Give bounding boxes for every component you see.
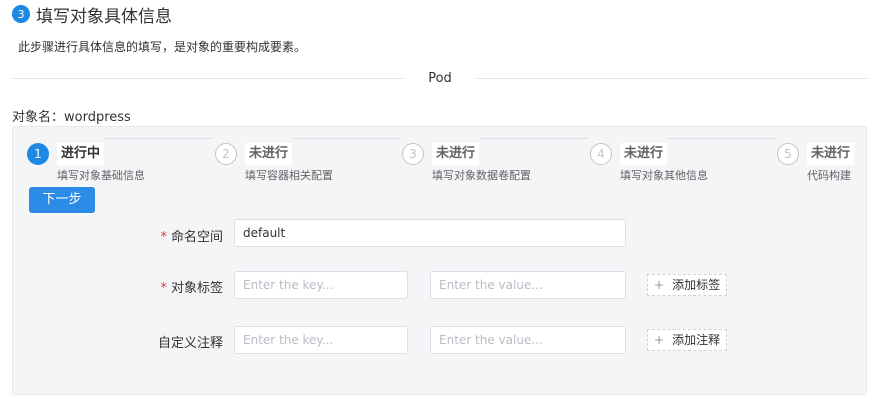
labels-label: * 对象标签 [123, 277, 223, 296]
step-description: 填写对象基础信息 [57, 169, 145, 182]
section-description: 此步骤进行具体信息的填写，是对象的重要构成要素。 [18, 40, 307, 54]
step-number: 2 [215, 143, 237, 165]
step-description: 填写对象其他信息 [620, 169, 708, 182]
next-step-button[interactable]: 下一步 [29, 187, 95, 213]
step-connector [480, 138, 588, 139]
add-label-button[interactable]: + 添加标签 [647, 274, 728, 296]
step-status: 未进行 [432, 143, 480, 165]
labels-label-text: 对象标签 [170, 281, 223, 296]
label-value-input[interactable] [430, 271, 626, 299]
step-number: 5 [777, 143, 799, 165]
namespace-label-text: 命名空间 [170, 230, 223, 245]
step-status: 未进行 [620, 143, 668, 165]
section-title: 填写对象具体信息 [36, 6, 172, 27]
step-description: 填写容器相关配置 [245, 169, 333, 182]
divider-label: Pod [405, 69, 475, 89]
config-panel: 1 进行中 填写对象基础信息 2 未进行 填写容器相关配置 3 未进行 填写对象… [12, 126, 867, 395]
annotation-key-input[interactable] [234, 326, 408, 354]
namespace-input[interactable] [234, 219, 626, 247]
step-number: 4 [590, 143, 612, 165]
namespace-label: * 命名空间 [123, 226, 223, 245]
step-connector [293, 138, 401, 139]
step-number: 3 [402, 143, 424, 165]
plus-icon: + [654, 278, 665, 292]
plus-icon: + [654, 333, 665, 347]
step-status: 未进行 [807, 143, 855, 165]
section-header: 3 填写对象具体信息 [12, 2, 172, 27]
required-asterisk: * [160, 281, 167, 296]
step-status: 未进行 [245, 143, 293, 165]
add-label-text: 添加标签 [672, 278, 721, 292]
step-connector [105, 138, 213, 139]
annotations-label: 自定义注释 [123, 332, 223, 351]
label-key-input[interactable] [234, 271, 408, 299]
object-name-label: 对象名：wordpress [12, 110, 131, 125]
step-description: 代码构建 [807, 169, 851, 182]
step-status: 进行中 [57, 143, 105, 165]
step-number: 1 [27, 143, 49, 165]
annotations-label-text: 自定义注释 [157, 336, 223, 351]
annotation-value-input[interactable] [430, 326, 626, 354]
add-annotation-button[interactable]: + 添加注释 [647, 329, 728, 351]
step-description: 填写对象数据卷配置 [432, 169, 531, 182]
step-connector [668, 138, 776, 139]
required-asterisk: * [160, 230, 167, 245]
step-number-badge: 3 [12, 5, 30, 23]
add-annotation-text: 添加注释 [672, 333, 721, 347]
